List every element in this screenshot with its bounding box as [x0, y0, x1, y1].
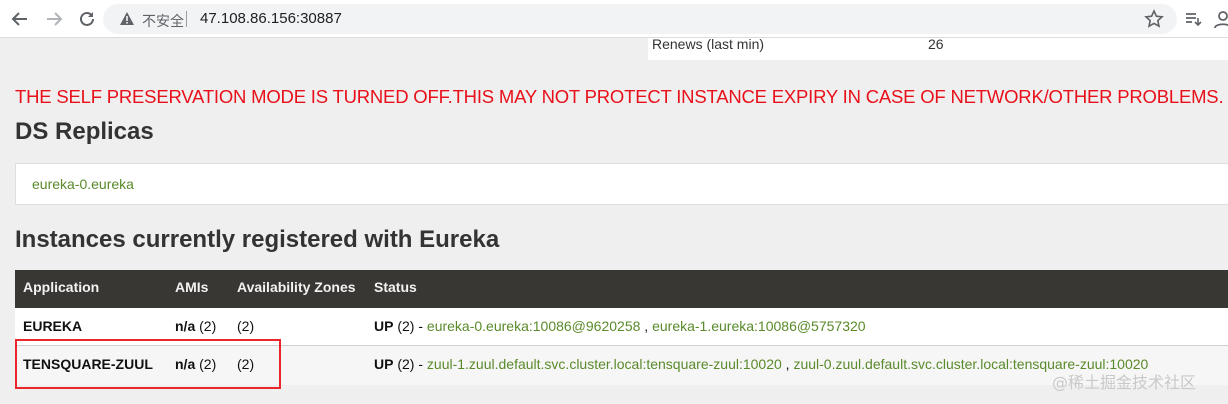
- address-bar[interactable]: 不安全 47.108.86.156:30887: [103, 4, 1177, 34]
- instance-link[interactable]: eureka-1.eureka:10086@5757320: [652, 318, 866, 334]
- instances-heading: Instances currently registered with Eure…: [15, 226, 500, 253]
- renews-value: 26: [928, 36, 944, 52]
- highlight-box: [15, 339, 281, 389]
- zones-cell: (2): [237, 318, 255, 334]
- instances-table-header: Application AMIs Availability Zones Stat…: [15, 270, 1228, 308]
- col-amis: AMIs: [175, 279, 209, 295]
- address-divider: [186, 11, 187, 27]
- self-preservation-warning: THE SELF PRESERVATION MODE IS TURNED OFF…: [15, 86, 1224, 107]
- application-name: EUREKA: [23, 318, 83, 334]
- col-status: Status: [374, 279, 417, 295]
- status-cell: UP (2) - eureka-0.eureka:10086@9620258 ,…: [374, 318, 866, 334]
- general-info-panel: Renews (last min) 26: [648, 36, 1228, 60]
- watermark: @稀土掘金技术社区: [1052, 373, 1197, 392]
- col-application: Application: [23, 279, 100, 295]
- replica-link[interactable]: eureka-0.eureka: [32, 176, 134, 192]
- status-count: (2) -: [397, 356, 424, 372]
- amis-count: (2): [199, 318, 217, 334]
- ds-replicas-list: eureka-0.eureka: [15, 163, 1228, 205]
- forward-arrow-icon[interactable]: [44, 9, 64, 29]
- amis-value: n/a: [175, 318, 196, 334]
- profile-icon[interactable]: [1213, 9, 1228, 29]
- status-up: UP: [374, 356, 394, 372]
- back-arrow-icon[interactable]: [10, 9, 30, 29]
- instance-link[interactable]: eureka-0.eureka:10086@9620258: [427, 318, 641, 334]
- reload-icon[interactable]: [77, 9, 97, 29]
- ds-replicas-heading: DS Replicas: [15, 118, 154, 145]
- status-up: UP: [374, 318, 394, 334]
- reading-list-icon[interactable]: [1183, 9, 1203, 29]
- bookmark-star-icon[interactable]: [1144, 9, 1164, 29]
- amis-cell: n/a (2): [175, 318, 216, 334]
- col-availability-zones: Availability Zones: [237, 279, 356, 295]
- status-count: (2) -: [397, 318, 424, 334]
- renews-label: Renews (last min): [652, 36, 765, 52]
- status-cell: UP (2) - zuul-1.zuul.default.svc.cluster…: [374, 356, 1148, 372]
- warning-triangle-icon[interactable]: [119, 11, 135, 27]
- url-text[interactable]: 47.108.86.156:30887: [200, 10, 342, 27]
- link-separator: ,: [785, 356, 790, 372]
- instance-link[interactable]: zuul-1.zuul.default.svc.cluster.local:te…: [427, 356, 782, 372]
- browser-toolbar: 不安全 47.108.86.156:30887: [0, 0, 1228, 38]
- link-separator: ,: [644, 318, 649, 334]
- security-status[interactable]: 不安全: [142, 11, 184, 31]
